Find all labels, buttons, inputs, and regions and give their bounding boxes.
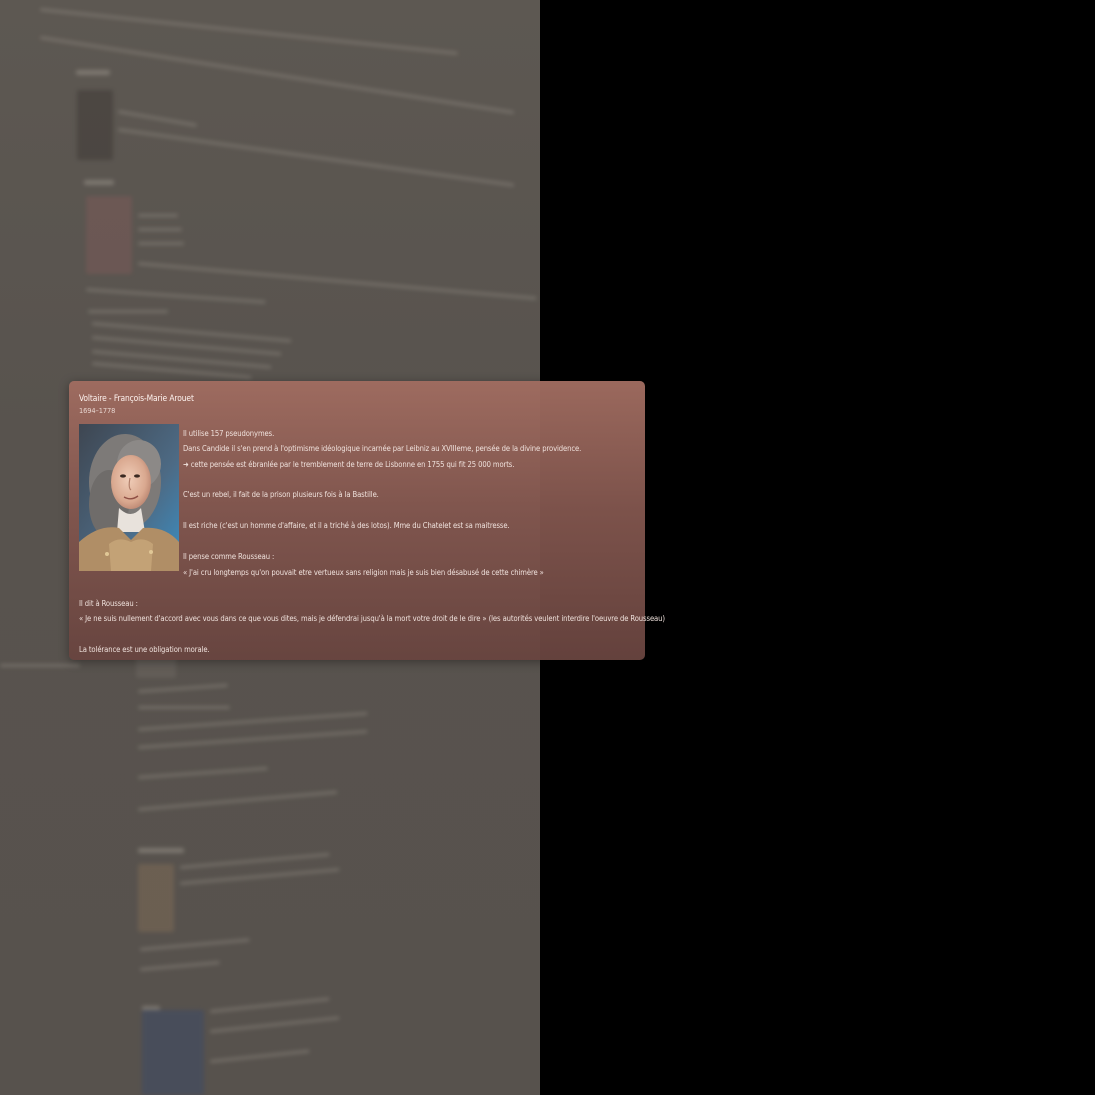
card-line-dit-rousseau: Il dit à Rousseau :: [79, 599, 138, 608]
voltaire-portrait: [79, 424, 179, 571]
card-line-quote-1: « J'ai cru longtemps qu'on pouvait etre …: [183, 568, 544, 577]
card-line-pseudonymes: Il utilise 157 pseudonymes.: [183, 429, 275, 438]
card-line-bastille: C'est un rebel, il fait de la prison plu…: [183, 490, 379, 499]
screen: Voltaire - François-Marie Arouet 1694–17…: [0, 0, 1095, 1095]
card-line-quote-2: « Je ne suis nullement d'accord avec vou…: [79, 614, 665, 623]
card-line-lisbonne: ➜ cette pensée est ébranlée par le tremb…: [183, 460, 515, 469]
card-line-rousseau: Il pense comme Rousseau :: [183, 552, 275, 561]
voltaire-card: Voltaire - François-Marie Arouet 1694–17…: [69, 381, 665, 660]
card-line-riche: Il est riche (c'est un homme d'affaire, …: [183, 521, 510, 530]
card-line-candide: Dans Candide il s'en prend à l'optimisme…: [183, 444, 582, 453]
card-title: Voltaire - François-Marie Arouet: [79, 393, 194, 403]
card-dates: 1694–1778: [79, 406, 116, 415]
card-line-tolerance: La tolérance est une obligation morale.: [79, 645, 210, 654]
